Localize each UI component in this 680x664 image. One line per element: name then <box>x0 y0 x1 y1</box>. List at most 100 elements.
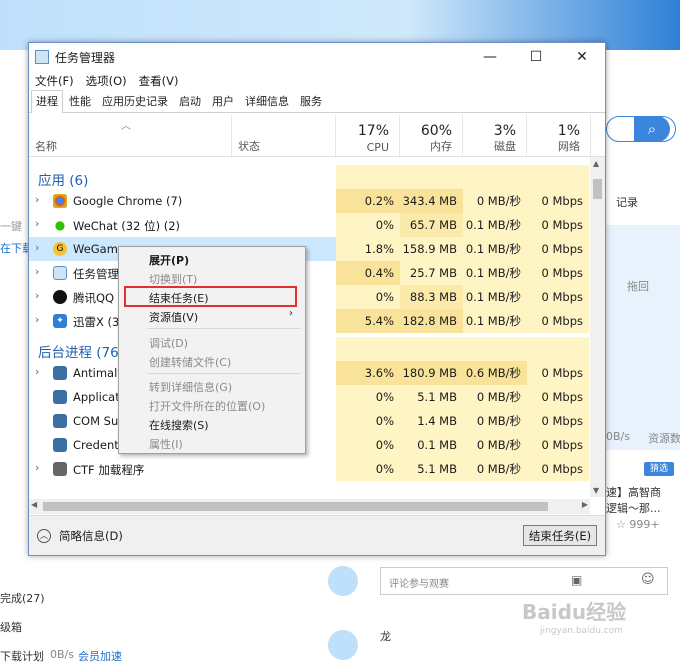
vertical-scroll-thumb[interactable] <box>593 179 602 199</box>
expand-chevron-icon[interactable]: › <box>35 217 39 230</box>
expand-chevron-icon[interactable]: › <box>35 241 39 254</box>
mem-value: 88.3 MB <box>400 285 463 309</box>
expand-chevron-icon[interactable]: › <box>35 461 39 474</box>
col-name[interactable]: ︿ 名称 <box>29 115 232 157</box>
tab-details[interactable]: 详细信息 <box>240 90 294 112</box>
expand-chevron-icon[interactable]: › <box>35 289 39 302</box>
tab-performance[interactable]: 性能 <box>64 90 96 112</box>
star-count-value: 999+ <box>629 518 660 531</box>
expand-chevron-icon[interactable]: › <box>35 265 39 278</box>
drag-label: 拖回 <box>627 280 649 293</box>
star-count: ☆ 999+ <box>616 518 660 531</box>
table-row[interactable]: › Antimalw 3.6% 180.9 MB 0.6 MB/秒 0 Mbps <box>29 361 589 385</box>
net-value: 0 Mbps <box>527 237 589 261</box>
search-icon[interactable]: ⌕ <box>634 116 670 142</box>
cpu-value: 0% <box>336 433 400 457</box>
comment-input[interactable]: 评论参与观赛 ▣ ☺ <box>380 567 668 595</box>
cpu-value: 0% <box>336 213 400 237</box>
table-row[interactable]: › 任务管理器 0.4% 25.7 MB 0.1 MB/秒 0 Mbps <box>29 261 589 285</box>
box-label[interactable]: 级箱 <box>0 619 22 635</box>
table-row[interactable]: Credential Guard & Key Guard 0% 0.1 MB 0… <box>29 433 589 457</box>
table-row[interactable]: › ✦ 迅雷X (32 5.4% 182.8 MB 0.1 MB/秒 0 Mbp… <box>29 309 589 333</box>
table-row[interactable]: › ● WeChat (32 位) (2) 0% 65.7 MB 0.1 MB/… <box>29 213 589 237</box>
net-percent: 1% <box>557 123 580 139</box>
menu-item-search-online[interactable]: 在线搜索(S) <box>149 417 209 433</box>
minimize-button[interactable]: — <box>467 43 513 71</box>
download-speed: 0B/s <box>50 648 74 661</box>
net-value: 0 Mbps <box>527 285 589 309</box>
speed-label: 0B/s <box>606 430 630 443</box>
image-icon[interactable]: ▣ <box>571 573 582 587</box>
download-plan[interactable]: 下载计划 <box>0 648 44 664</box>
tab-processes[interactable]: 进程 <box>31 90 63 113</box>
disk-percent: 3% <box>493 123 516 139</box>
menu-file[interactable]: 文件(F) <box>35 73 74 89</box>
close-button[interactable]: ✕ <box>559 43 605 71</box>
tab-users[interactable]: 用户 <box>207 90 239 112</box>
menu-view[interactable]: 查看(V) <box>139 73 179 89</box>
col-status[interactable]: 状态 <box>232 115 336 157</box>
menu-item-expand[interactable]: 展开(P) <box>149 252 189 268</box>
vertical-scrollbar[interactable]: ▲ ▼ <box>590 157 605 497</box>
comment-placeholder: 评论参与观赛 <box>389 579 449 590</box>
group-apps-label: 应用 (6) <box>38 173 89 189</box>
brief-info-toggle[interactable]: ︿ 简略信息(D) <box>37 528 123 544</box>
mem-value: 0.1 MB <box>400 433 463 457</box>
col-disk[interactable]: 3% 磁盘 <box>463 115 527 157</box>
col-network[interactable]: 1% 网络 <box>527 115 591 157</box>
expand-chevron-icon[interactable]: › <box>35 313 39 326</box>
table-row[interactable]: COM Sur 0% 1.4 MB 0 MB/秒 0 Mbps <box>29 409 589 433</box>
process-name: WeChat (32 位) (2) <box>73 219 181 233</box>
col-net-label: 网络 <box>558 140 580 153</box>
title-bar[interactable]: 任务管理器 — ☐ ✕ <box>29 43 605 71</box>
baidu-watermark: Baidu经验 <box>522 600 627 624</box>
app-icon <box>53 366 67 380</box>
scroll-down-icon[interactable]: ▼ <box>593 486 599 495</box>
tab-bar: 进程 性能 应用历史记录 启动 用户 详细信息 服务 <box>29 90 605 113</box>
expand-chevron-icon[interactable]: › <box>35 193 39 206</box>
process-name: COM Sur <box>73 414 123 428</box>
end-task-button[interactable]: 结束任务(E) <box>523 525 597 546</box>
table-row-selected[interactable]: › G WeGame 1.8% 158.9 MB 0.1 MB/秒 0 Mbps <box>29 237 589 261</box>
mem-value: 65.7 MB <box>400 213 463 237</box>
menu-options[interactable]: 选项(O) <box>86 73 127 89</box>
horizontal-scroll-thumb[interactable] <box>43 502 548 511</box>
disk-value: 0.1 MB/秒 <box>463 309 527 333</box>
expand-chevron-icon[interactable]: › <box>35 365 39 378</box>
disk-value: 0 MB/秒 <box>463 433 527 457</box>
emoji-icon[interactable]: ☺ <box>641 572 655 587</box>
ctf-icon <box>53 462 67 476</box>
tab-app-history[interactable]: 应用历史记录 <box>97 90 173 112</box>
table-row[interactable]: › 腾讯QQ ( 0% 88.3 MB 0.1 MB/秒 0 Mbps <box>29 285 589 309</box>
tab-startup[interactable]: 启动 <box>174 90 206 112</box>
mem-value: 1.4 MB <box>400 409 463 433</box>
menu-item-open-location: 打开文件所在的位置(O) <box>149 400 266 413</box>
record-label[interactable]: 记录 <box>616 194 638 210</box>
col-disk-label: 磁盘 <box>494 140 516 153</box>
collapse-icon: ︿ <box>37 529 51 543</box>
member-accel-link[interactable]: 会员加速 <box>78 648 122 664</box>
cpu-value: 0.4% <box>336 261 400 285</box>
scroll-left-icon[interactable]: ◀ <box>31 500 37 509</box>
table-row[interactable]: › CTF 加载程序 0% 5.1 MB 0 MB/秒 0 Mbps <box>29 457 589 481</box>
disk-value: 0.1 MB/秒 <box>463 261 527 285</box>
mem-value: 5.1 MB <box>400 457 463 481</box>
maximize-button[interactable]: ☐ <box>513 43 559 71</box>
scroll-up-icon[interactable]: ▲ <box>593 159 599 168</box>
menu-item-resource-values[interactable]: 资源值(V) <box>149 309 198 325</box>
scroll-right-icon[interactable]: ▶ <box>582 500 588 509</box>
col-cpu-label: CPU <box>366 141 389 154</box>
cpu-value: 3.6% <box>336 361 400 385</box>
col-cpu[interactable]: 17% CPU <box>336 115 400 157</box>
footer-bar: ︿ 简略信息(D) 结束任务(E) <box>29 515 605 555</box>
col-memory[interactable]: 60% 内存 <box>400 115 463 157</box>
tab-services[interactable]: 服务 <box>295 90 327 112</box>
table-row[interactable]: › Google Chrome (7) 0.2% 343.4 MB 0 MB/秒… <box>29 189 589 213</box>
mem-value: 180.9 MB <box>400 361 463 385</box>
menu-item-create-dump: 创建转储文件(C) <box>149 356 232 369</box>
done-count[interactable]: 完成(27) <box>0 590 45 606</box>
table-row[interactable]: Applicatio 0% 5.1 MB 0 MB/秒 0 Mbps <box>29 385 589 409</box>
disk-value: 0 MB/秒 <box>463 409 527 433</box>
horizontal-scrollbar[interactable]: ◀ ▶ <box>29 499 590 514</box>
first-line-text: 一键 <box>0 220 22 233</box>
